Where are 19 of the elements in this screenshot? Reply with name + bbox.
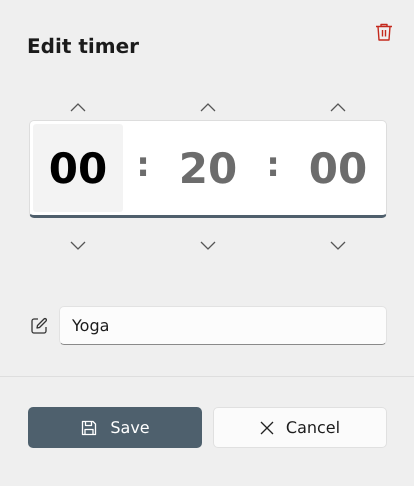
cancel-button[interactable]: Cancel bbox=[213, 407, 387, 448]
chevron-down-icon[interactable] bbox=[200, 240, 216, 250]
time-separator: : bbox=[265, 144, 281, 187]
edit-icon bbox=[29, 316, 49, 336]
time-segment[interactable]: 20 bbox=[163, 124, 253, 212]
chevron-down-icon[interactable] bbox=[70, 240, 86, 250]
chevron-up-icon[interactable] bbox=[330, 103, 346, 112]
chevron-down-icon[interactable] bbox=[330, 240, 346, 250]
chevron-up-icon[interactable] bbox=[70, 103, 86, 112]
close-icon bbox=[260, 420, 274, 434]
save-icon bbox=[80, 418, 98, 436]
time-separator: : bbox=[135, 144, 151, 187]
timer-name-field[interactable]: Yoga bbox=[59, 306, 387, 345]
time-segment[interactable]: 00 bbox=[293, 124, 383, 212]
dialog-title: Edit timer bbox=[27, 34, 140, 58]
trash-icon[interactable] bbox=[374, 22, 394, 42]
chevron-up-icon[interactable] bbox=[200, 103, 216, 112]
save-button[interactable]: Save bbox=[28, 407, 202, 448]
time-segment[interactable]: 00 bbox=[33, 124, 123, 212]
